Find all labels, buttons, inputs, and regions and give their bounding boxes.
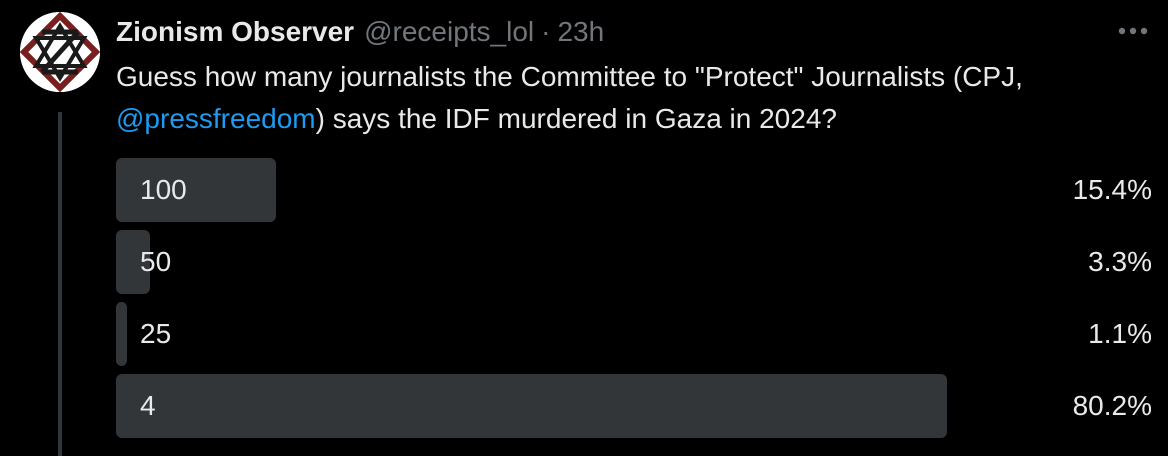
- tweet-text-end: ) says the IDF murdered in Gaza in 2024?: [315, 103, 837, 134]
- poll-option-label: 25: [140, 318, 172, 349]
- timestamp[interactable]: 23h: [557, 16, 604, 48]
- user-handle[interactable]: @receipts_lol: [364, 16, 534, 48]
- mention-link[interactable]: @pressfreedom: [116, 103, 316, 134]
- poll-result-bar: [116, 302, 128, 366]
- poll-option-label: 100: [140, 174, 187, 205]
- poll: 100 15.4% 50 3.3% 25 1.1% 4 80.2%: [116, 158, 1152, 446]
- more-options-button[interactable]: [1116, 18, 1150, 44]
- poll-option-percent: 3.3%: [1088, 246, 1152, 277]
- poll-result-bar: [116, 374, 947, 438]
- poll-option[interactable]: 100 15.4%: [116, 158, 1152, 222]
- tweet-text: Guess how many journalists the Committee…: [116, 56, 1146, 140]
- poll-option-percent: 15.4%: [1072, 174, 1152, 205]
- poll-option-percent: 80.2%: [1072, 390, 1152, 421]
- star-of-david-logo-icon: [20, 12, 100, 92]
- separator-dot: ·: [541, 16, 551, 47]
- tweet-header: Zionism Observer @receipts_lol · 23h: [116, 12, 604, 52]
- display-name[interactable]: Zionism Observer: [116, 16, 354, 48]
- poll-option-percent: 1.1%: [1088, 318, 1152, 349]
- poll-option[interactable]: 50 3.3%: [116, 230, 1152, 294]
- thread-line: [58, 112, 62, 456]
- tweet-text-start: Guess how many journalists the Committee…: [116, 61, 1023, 92]
- poll-option-label: 50: [140, 246, 172, 277]
- poll-option-label: 4: [140, 390, 156, 421]
- poll-option[interactable]: 4 80.2%: [116, 374, 1152, 438]
- avatar[interactable]: [20, 12, 100, 92]
- poll-option[interactable]: 25 1.1%: [116, 302, 1152, 366]
- more-horizontal-icon: [1118, 27, 1148, 35]
